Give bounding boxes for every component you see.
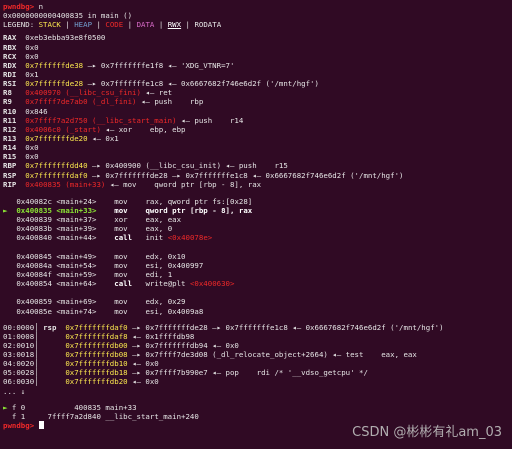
register-row: RSP 0x7fffffffdaf0 —▸ 0x7fffffffde28 —▸ … — [3, 170, 404, 180]
legend-code: CODE — [105, 20, 124, 30]
stack-panel: 00:0000│ rsp 0x7fffffffdaf0 —▸ 0x7ffffff… — [3, 323, 512, 396]
disasm-panel: 0x40082c <main+24> mov rax, qword ptr fs… — [3, 197, 512, 316]
register-row: R9 0x7ffff7de7ab0 (_dl_fini) ◂— push rbp — [3, 97, 204, 107]
register-row: RAX 0xeb3ebba93e8f0500 — [3, 33, 106, 43]
register-row: R14 0x0 — [3, 143, 39, 153]
disasm-row: 0x400845 <main+49> mov edx, 0x10 — [16, 251, 186, 261]
stack-row: 05:0028│ 0x7fffffffdb18 —▸ 0x7ffff7b990e… — [3, 368, 368, 378]
register-row: RCX 0x0 — [3, 51, 39, 61]
register-row: R15 0x0 — [3, 152, 39, 162]
prompt: pwndbg> — [3, 421, 35, 431]
register-row: R12 0x4006c0 (_start) ◂— xor ebp, ebp — [3, 124, 186, 134]
register-row: R11 0x7ffff7a2d750 (__libc_start_main) ◂… — [3, 115, 244, 125]
stack-row: 04:0020│ 0x7fffffffdb10 ◂— 0x0 — [3, 359, 159, 369]
prompt: pwndbg> — [3, 2, 35, 11]
disasm-row: 0x40082c <main+24> mov rax, qword ptr fs… — [16, 196, 253, 206]
stack-row: 00:0000│ rsp 0x7fffffffdaf0 —▸ 0x7ffffff… — [3, 322, 444, 332]
command-line: pwndbg> n — [3, 2, 512, 11]
register-row: RSI 0x7ffffffde28 —▸ 0x7fffffffe1c8 ◂— 0… — [3, 79, 319, 89]
register-row: RDI 0x1 — [3, 69, 39, 79]
register-row: RBP 0x7fffffffdd40 —▸ 0x400900 (__libc_c… — [3, 161, 288, 171]
disasm-row: 0x40085e <main+74> mov esi, 0x4009a8 — [16, 306, 204, 316]
stack-row: 01:0008│ 0x7fffffffdaf8 ◂— 0x1ffffdb98 — [3, 331, 195, 341]
disasm-row: 0x400839 <main+37> xor eax, eax — [16, 215, 182, 225]
register-row: R8 0x400970 (__libc_csu_fini) ◂— ret — [3, 88, 173, 98]
register-row: RDX 0x7ffffffde38 —▸ 0x7fffffffe1f8 ◂— '… — [3, 60, 235, 70]
register-row: R10 0x846 — [3, 106, 48, 116]
command-text: n — [38, 2, 44, 11]
register-row: R13 0x7fffffffde20 ◂— 0x1 — [3, 133, 119, 143]
register-row: RIP 0x400835 (main+33) ◂— mov qword ptr … — [3, 179, 262, 189]
legend-rwx: RWX — [167, 20, 182, 30]
stack-row: 02:0010│ 0x7fffffffdb00 —▸ 0x7fffffffdb9… — [3, 340, 239, 350]
location-line: 0x0000000000400835 in main () — [3, 11, 133, 21]
legend-stack: STACK — [38, 20, 61, 30]
disasm-row: 0x400840 <main+44> call init <0x40078e> — [16, 233, 213, 243]
disasm-row: 0x400854 <main+64> call write@plt <0x400… — [16, 279, 235, 289]
disasm-row-current: ► 0x400835 <main+33> mov qword ptr [rbp … — [3, 205, 253, 215]
disasm-row: 0x40084f <main+59> mov edi, 1 — [16, 269, 173, 279]
disasm-row: 0x40084a <main+54> mov esi, 0x400997 — [16, 260, 204, 270]
register-row: RBX 0x0 — [3, 42, 39, 52]
legend-rodata: RODATA — [194, 20, 222, 30]
frame-arrow-icon: ► — [3, 402, 8, 412]
watermark: CSDN @彬彬有礼am_03 — [352, 424, 502, 440]
cursor — [38, 421, 44, 430]
disasm-row: 0x40083b <main+39> mov eax, 0 — [16, 224, 173, 234]
legend-label: LEGEND: — [3, 20, 35, 30]
terminal: pwndbg> n 0x0000000000400835 in main () … — [3, 2, 512, 449]
disasm-row: 0x400859 <main+69> mov edx, 0x29 — [16, 297, 186, 307]
stack-row: 06:0030│ 0x7fffffffdb20 ◂— 0x0 — [3, 377, 159, 387]
stack-row: 03:0018│ 0x7fffffffdb08 —▸ 0x7ffff7de3d0… — [3, 350, 417, 360]
legend-heap: HEAP — [74, 20, 93, 30]
stack-row-more: ... ↓ — [3, 386, 26, 396]
legend: LEGEND: STACK | HEAP | CODE | DATA | RWX… — [3, 20, 222, 30]
backtrace-row: f 1 7ffff7a2d840 __libc_start_main+240 — [11, 411, 199, 421]
backtrace-row: ► f 0 400835 main+33 — [3, 402, 137, 412]
legend-data: DATA — [136, 20, 155, 30]
backtrace-panel: ► f 0 400835 main+33 f 1 7ffff7a2d840 __… — [3, 403, 512, 421]
current-pc-arrow-icon: ► — [3, 205, 8, 215]
registers-panel: RAX 0xeb3ebba93e8f0500 RBX 0x0 RCX 0x0 R… — [3, 33, 512, 188]
